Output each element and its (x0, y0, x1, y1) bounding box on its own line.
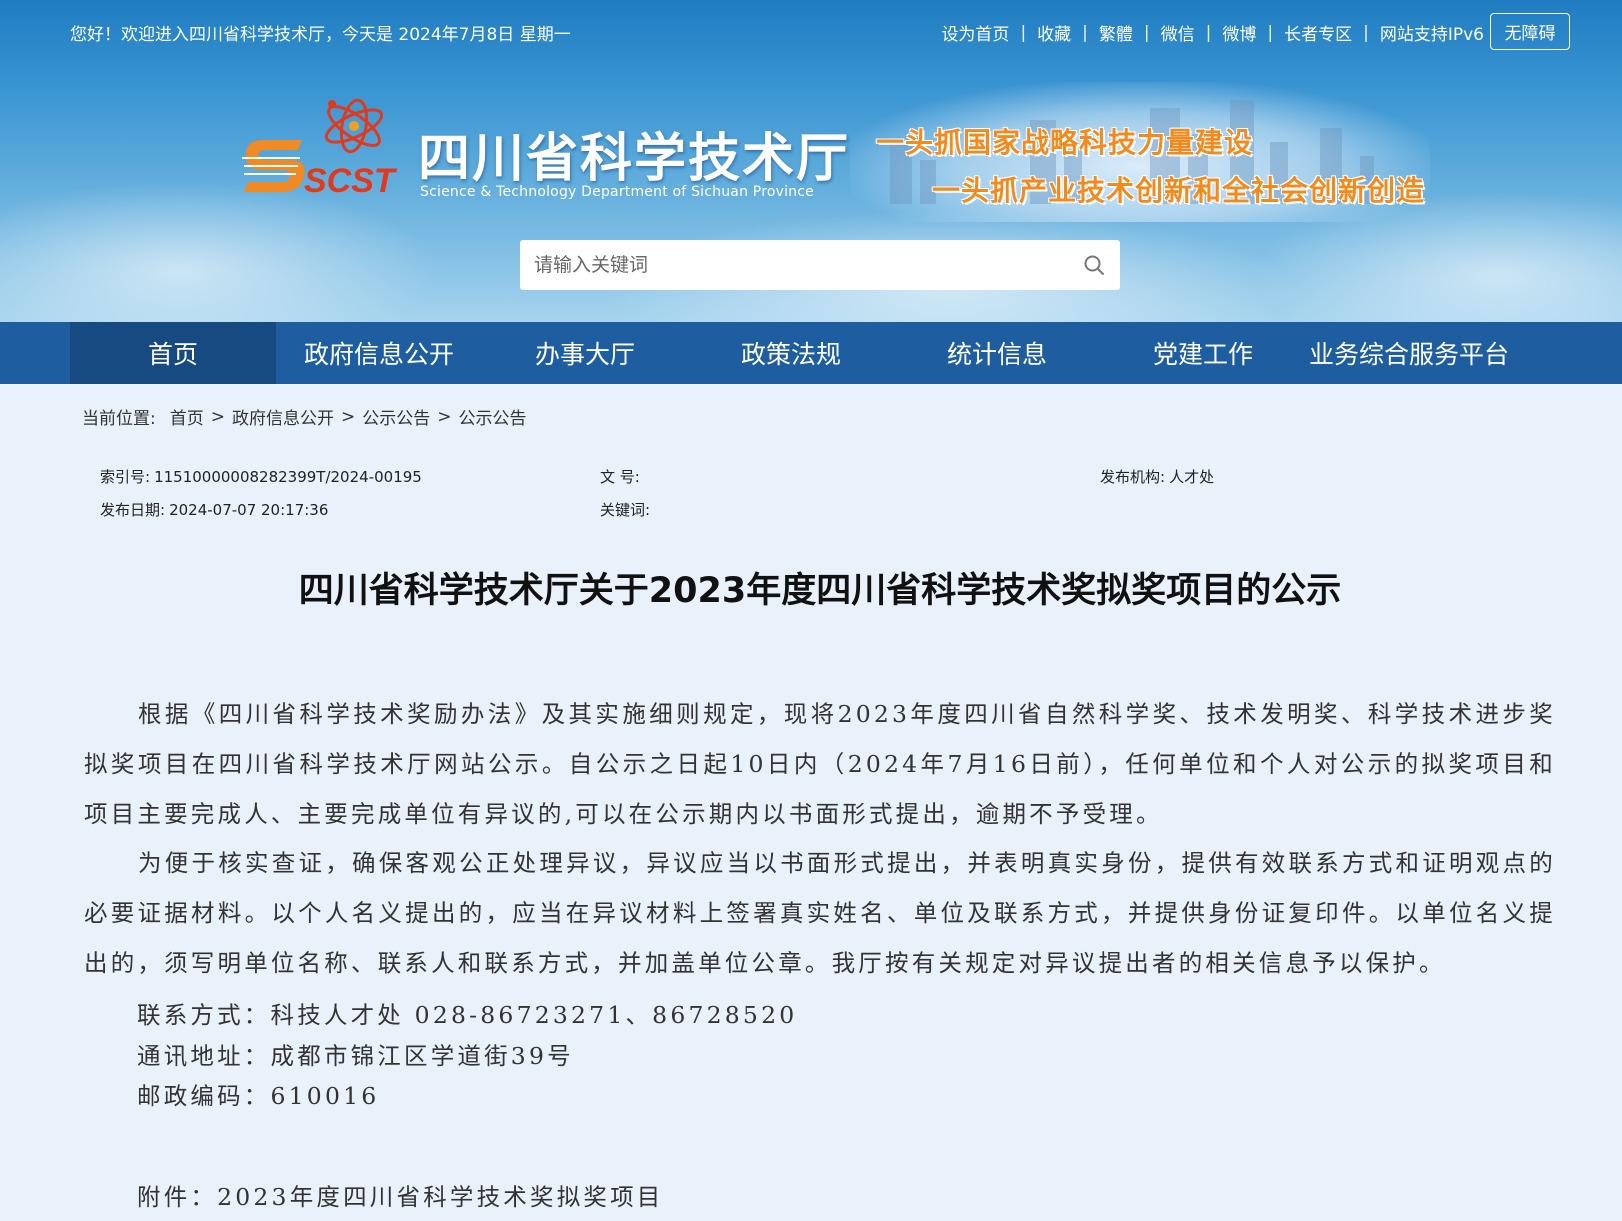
meta-index-label: 索引号: (100, 468, 151, 486)
meta-keywords-label: 关键词: (600, 501, 651, 519)
nav-item-statistics[interactable]: 统计信息 (894, 322, 1100, 384)
site-name: 四川省科学技术厅 (418, 129, 851, 189)
meta-index-value: 11510000008282399T/2024-00195 (154, 468, 422, 486)
slogan-line-2: 一头抓产业技术创新和全社会创新创造 (932, 174, 1426, 207)
postcode-line: 邮政编码：610016 (137, 1082, 380, 1110)
top-link-ipv6[interactable]: 网站支持IPv6 (1380, 20, 1484, 45)
meta-keywords: 关键词: (600, 499, 654, 520)
top-link-traditional[interactable]: 繁體 (1099, 20, 1133, 45)
main-nav: 首页 政府信息公开 办事大厅 政策法规 统计信息 党建工作 业务综合服务平台 (0, 322, 1622, 384)
attachment-link[interactable]: 附件：2023年度四川省科学技术奖拟奖项目 (137, 1178, 664, 1212)
meta-date-value: 2024-07-07 20:17:36 (169, 501, 329, 519)
accessibility-button[interactable]: 无障碍 (1490, 13, 1570, 50)
site-header: 您好！欢迎进入四川省科学技术厅，今天是 2024年7月8日 星期一 设为首页 |… (0, 0, 1622, 322)
divider: | (1205, 22, 1212, 43)
breadcrumb-separator: > (340, 406, 356, 427)
top-links: 设为首页 | 收藏 | 繁體 | 微信 | 微博 | 长者专区 | 网站支持IP… (941, 20, 1484, 46)
scst-logo[interactable]: SCST (242, 96, 402, 206)
divider: | (1267, 22, 1274, 43)
meta-publisher-label: 发布机构: (1100, 468, 1166, 486)
top-link-wechat[interactable]: 微信 (1161, 20, 1195, 45)
breadcrumb-gov-info[interactable]: 政府信息公开 (232, 404, 334, 429)
breadcrumb-separator: > (437, 406, 452, 427)
breadcrumb-home[interactable]: 首页 (170, 404, 204, 429)
nav-item-home[interactable]: 首页 (70, 322, 276, 384)
top-link-elderly[interactable]: 长者专区 (1284, 20, 1352, 45)
divider: | (1020, 22, 1027, 43)
article-title: 四川省科学技术厅关于2023年度四川省科学技术奖拟奖项目的公示 (298, 571, 1342, 611)
breadcrumb-separator: > (210, 406, 225, 427)
site-name-english: Science & Technology Department of Sichu… (420, 184, 814, 200)
logo-lettering: SCST (304, 162, 398, 200)
slogan-line-1: 一头抓国家战略科技力量建设 (876, 126, 1254, 159)
meta-publisher: 发布机构: 人才处 (1100, 466, 1214, 487)
search-box (520, 240, 1120, 290)
top-bar: 您好！欢迎进入四川省科学技术厅，今天是 2024年7月8日 星期一 设为首页 |… (0, 0, 1622, 62)
nav-item-policies[interactable]: 政策法规 (688, 322, 894, 384)
divider: | (1082, 22, 1088, 43)
search-icon[interactable] (1082, 253, 1106, 277)
search-input[interactable] (520, 241, 1040, 289)
breadcrumb-current[interactable]: 公示公告 (458, 404, 526, 429)
divider: | (1143, 22, 1150, 43)
article-paragraph-2: 为便于核实查证，确保客观公正处理异议，异议应当以书面形式提出，并表明真实身份，提… (84, 849, 1556, 977)
meta-date: 发布日期: 2024-07-07 20:17:36 (100, 499, 328, 520)
nav-item-party-building[interactable]: 党建工作 (1100, 322, 1306, 384)
breadcrumb-notices[interactable]: 公示公告 (362, 404, 430, 429)
meta-doc-no-label: 文 号: (600, 468, 640, 486)
meta-publisher-value: 人才处 (1169, 468, 1215, 486)
contact-line: 联系方式：科技人才处 028-86723271、86728520 (137, 1001, 798, 1029)
top-link-set-home[interactable]: 设为首页 (941, 20, 1009, 45)
top-link-favorite[interactable]: 收藏 (1037, 20, 1071, 45)
address-line: 通讯地址：成都市锦江区学道街39号 (137, 1042, 574, 1070)
article-paragraph-1: 根据《四川省科学技术奖励办法》及其实施细则规定，现将2023年度四川省自然科学奖… (84, 700, 1556, 828)
breadcrumb-prefix: 当前位置: (82, 409, 156, 429)
breadcrumb: 当前位置: 首页 > 政府信息公开 > 公示公告 > 公示公告 (82, 404, 526, 430)
meta-index: 索引号: 11510000008282399T/2024-00195 (100, 466, 422, 487)
meta-date-label: 发布日期: (100, 501, 166, 519)
greeting-text: 您好！欢迎进入四川省科学技术厅，今天是 2024年7月8日 星期一 (70, 25, 571, 45)
meta-doc-no: 文 号: (600, 466, 644, 487)
top-link-weibo[interactable]: 微博 (1222, 20, 1256, 45)
divider: | (1363, 22, 1369, 43)
nav-item-service-hall[interactable]: 办事大厅 (482, 322, 688, 384)
nav-item-service-platform[interactable]: 业务综合服务平台 (1306, 322, 1512, 384)
nav-item-gov-info[interactable]: 政府信息公开 (276, 322, 482, 384)
